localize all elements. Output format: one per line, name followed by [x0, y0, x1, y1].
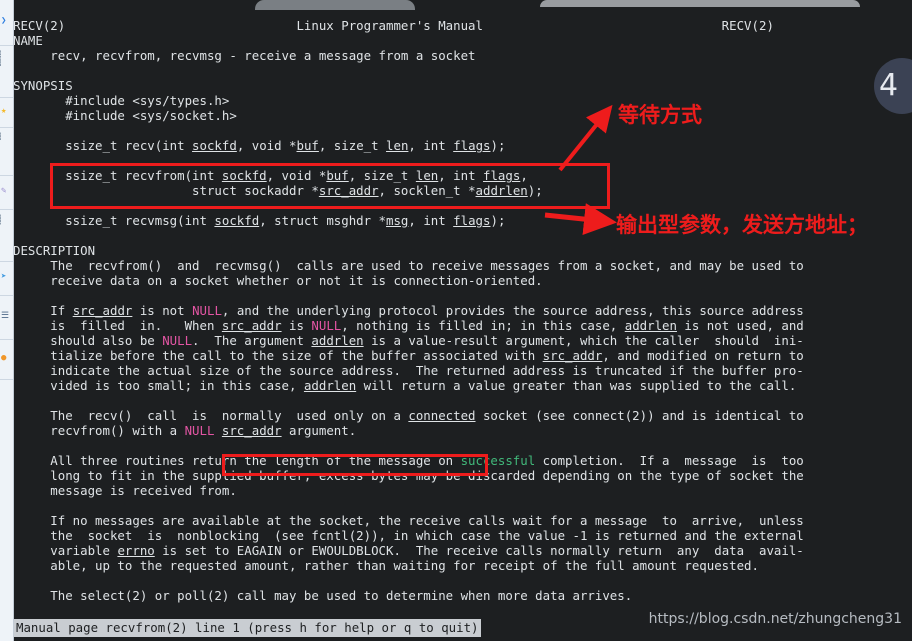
underlined-term: addrlen [624, 318, 677, 334]
underlined-term: msg [386, 213, 409, 229]
underlined-term: addrlen [311, 333, 364, 349]
underlined-term: len [386, 138, 409, 154]
annotation-output-param: 输出型参数，发送方地址； [616, 213, 868, 237]
star-icon: ★ [1, 106, 7, 116]
underlined-term: len [415, 168, 439, 184]
underlined-term: src_addr [72, 303, 133, 319]
comment-icon: ☰ [1, 311, 10, 321]
share-icon: ➤ [1, 272, 7, 282]
underlined-term: src_addr [318, 183, 379, 199]
underlined-term: addrlen [475, 183, 528, 199]
sidebar-item-counter[interactable]: 383 [0, 128, 13, 176]
underlined-term: flags [453, 213, 491, 229]
underlined-term: connected [408, 408, 476, 424]
annotation-wait-method: 等待方式 [618, 103, 702, 127]
underlined-term: errno [117, 543, 155, 559]
sidebar-item-share[interactable]: ➤ [0, 262, 13, 296]
browser-tab-sliver[interactable] [540, 0, 860, 7]
null-keyword: NULL [192, 303, 222, 319]
profile-icon: ● [1, 353, 7, 363]
sidebar-item-star[interactable]: ★ [0, 98, 13, 128]
sidebar-item-comment[interactable]: ☰ [0, 296, 13, 340]
underlined-term: src_addr [221, 318, 282, 334]
terminal-manpage-text: RECV(2) Linux Programmer's Manual RECV(2… [13, 12, 912, 641]
null-keyword: NULL [162, 333, 193, 349]
underlined-term: sockfd [192, 138, 237, 154]
underlined-term: flags [453, 138, 491, 154]
null-keyword: NULL [184, 423, 215, 439]
underlined-term: flags [483, 168, 521, 184]
pen-icon: ✎ [1, 186, 7, 196]
sidebar-item-profile[interactable]: ● [0, 340, 13, 380]
successful-keyword: successful [460, 453, 536, 469]
underlined-term: src_addr [221, 423, 282, 439]
underlined-term: sockfd [214, 213, 260, 229]
sidebar-item-pen[interactable]: ✎ [0, 176, 13, 210]
null-keyword: NULL [311, 318, 342, 334]
underlined-term: sockfd [221, 168, 267, 184]
browser-tab-sliver[interactable] [255, 0, 415, 10]
sidebar-item-chevron-right-blue[interactable]: ❯ [0, 0, 13, 46]
watermark-url: https://blog.csdn.net/zhungcheng31 [648, 611, 902, 627]
sidebar-item-counter[interactable]: 3886 [0, 210, 13, 262]
underlined-term: src_addr [542, 348, 603, 364]
underlined-term: buf [326, 168, 349, 184]
screenshot-root: ❯ 236880 ★ 383 ✎ 3886 ➤ ☰ ● RECV(2) Linux Progra… [0, 0, 912, 641]
browser-sidebar-sliver[interactable]: ❯ 236880 ★ 383 ✎ 3886 ➤ ☰ ● [0, 0, 14, 641]
underlined-term: addrlen [303, 378, 357, 394]
sidebar-item-counter[interactable]: 236880 [0, 46, 13, 98]
chevron-right-blue-icon: ❯ [1, 16, 7, 26]
less-status-line: Manual page recvfrom(2) line 1 (press h … [14, 619, 481, 637]
underlined-term: buf [296, 138, 319, 154]
